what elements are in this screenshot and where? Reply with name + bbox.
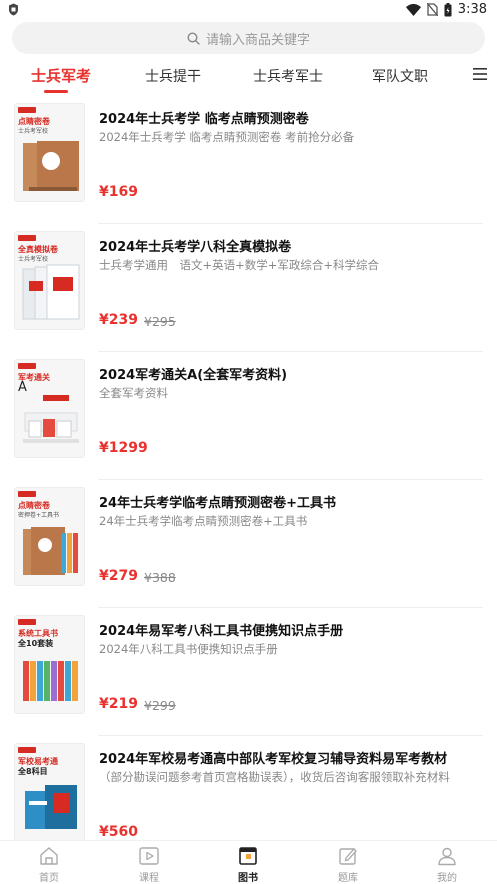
search-bar[interactable]: 请输入商品关键字 (12, 22, 485, 54)
status-time: 3:38 (457, 2, 487, 17)
product-cover: 军校易考通 全8科目 (14, 743, 85, 842)
product-item[interactable]: 全真模拟卷 士兵考军校 2024年士兵考学八科全真模拟卷 士兵考学通用 语文+英… (0, 224, 497, 352)
product-price: ¥219 (99, 696, 138, 712)
nav-books[interactable]: 图书 (218, 846, 278, 884)
shield-icon (9, 3, 18, 16)
product-subtitle: 24年士兵考学临考点睛预测密卷+工具书 (99, 514, 308, 528)
original-price: ¥299 (144, 698, 176, 713)
nav-label: 题库 (338, 873, 358, 884)
nav-label: 我的 (437, 873, 457, 884)
play-icon (139, 847, 159, 865)
active-tab-indicator (44, 90, 68, 93)
product-cover: 点睛密卷 密押卷+工具书 (14, 487, 85, 586)
product-item[interactable]: 系统工具书 全10套装 2024年易军考八科工具书便携知识点手册 2024年八科… (0, 608, 497, 736)
product-price: ¥169 (99, 184, 138, 200)
tab-military-civilian[interactable]: 军队文职 (372, 66, 428, 86)
product-price: ¥1299 (99, 440, 148, 456)
product-cover: 点睛密卷 士兵考军校 (14, 103, 85, 202)
product-title: 2024年军校易考通高中部队考军校复习辅导资料易军考教材 (99, 752, 448, 767)
nav-home[interactable]: 首页 (19, 846, 79, 884)
product-subtitle: 2024年士兵考学 临考点睛预测密卷 考前抢分必备 (99, 130, 355, 144)
status-bar: 3:38 (0, 0, 497, 20)
nav-profile[interactable]: 我的 (417, 846, 477, 884)
battery-icon (444, 2, 452, 16)
tab-soldier-nco[interactable]: 士兵考军士 (253, 66, 323, 86)
menu-icon[interactable] (473, 68, 487, 80)
wifi-icon (405, 3, 421, 16)
no-sim-icon (426, 3, 438, 16)
edit-icon (339, 848, 357, 865)
product-subtitle: 2024年八科工具书便携知识点手册 (99, 642, 278, 656)
home-icon (40, 847, 58, 865)
user-icon (438, 847, 456, 866)
product-item[interactable]: 军考通关 A 2024军考通关A(全套军考资料) 全套军考资料 ¥1299 (0, 352, 497, 480)
product-item[interactable]: 点睛密卷 密押卷+工具书 24年士兵考学临考点睛预测密卷+工具书 24年士兵考学… (0, 480, 497, 608)
search-icon (187, 31, 200, 45)
nav-label: 首页 (39, 873, 59, 884)
product-subtitle: （部分勘误问题参考首页宫格勘误表），收货后咨询客服领取补充材料 (99, 770, 450, 784)
nav-label: 课程 (139, 873, 159, 884)
product-cover: 全真模拟卷 士兵考军校 (14, 231, 85, 330)
search-placeholder: 请输入商品关键字 (205, 32, 310, 48)
product-subtitle: 全套军考资料 (99, 386, 168, 400)
book-icon (239, 847, 257, 865)
nav-question-bank[interactable]: 题库 (318, 846, 378, 884)
nav-courses[interactable]: 课程 (119, 846, 179, 884)
tab-soldier-promotion[interactable]: 士兵提干 (145, 66, 201, 86)
nav-label: 图书 (238, 873, 258, 884)
product-title: 2024年士兵考学八科全真模拟卷 (99, 240, 292, 255)
product-item[interactable]: 点睛密卷 士兵考军校 2024年士兵考学 临考点睛预测密卷 2024年士兵考学 … (0, 96, 497, 224)
tab-soldier-exam[interactable]: 士兵军考 (31, 65, 91, 86)
category-tabs: 士兵军考 士兵提干 士兵考军士 军队文职 (0, 60, 497, 94)
product-price: ¥560 (99, 824, 138, 840)
product-title: 24年士兵考学临考点睛预测密卷+工具书 (99, 496, 336, 511)
product-cover: 系统工具书 全10套装 (14, 615, 85, 714)
product-price: ¥279 (99, 568, 138, 584)
product-title: 2024军考通关A(全套军考资料) (99, 368, 288, 383)
product-title: 2024年士兵考学 临考点睛预测密卷 (99, 112, 309, 127)
product-cover: 军考通关 A (14, 359, 85, 458)
bottom-navigation: 首页 课程 图书 题库 我的 (0, 840, 497, 884)
original-price: ¥388 (144, 570, 176, 585)
product-title: 2024年易军考八科工具书便携知识点手册 (99, 624, 344, 639)
product-price: ¥239 (99, 312, 138, 328)
product-subtitle: 士兵考学通用 语文+英语+数学+军政综合+科学综合 (99, 258, 380, 272)
original-price: ¥295 (144, 314, 176, 329)
